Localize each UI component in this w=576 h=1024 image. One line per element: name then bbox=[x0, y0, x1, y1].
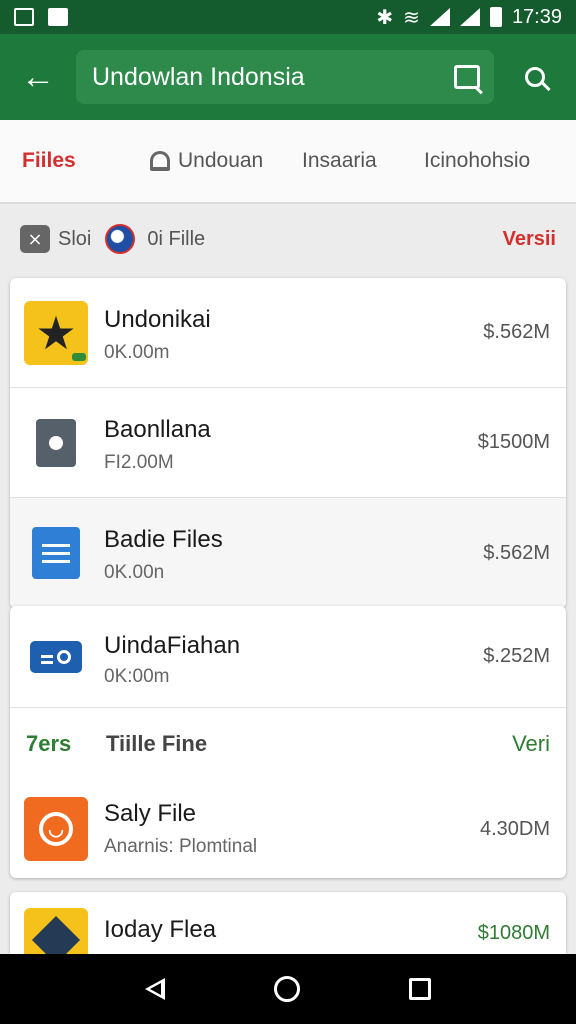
file-list-card: ★ Undonikai 0K.00m $.562M Baonllana FI2.… bbox=[10, 278, 566, 608]
tab-bar: Fiiles Undouan Insaaria Icinohohsio bbox=[0, 120, 576, 204]
list-item[interactable]: ★ Undonikai 0K.00m $.562M bbox=[10, 278, 566, 388]
list-item[interactable]: ◡ Saly File Anarnis: Plomtinal 4.30DM bbox=[10, 780, 566, 878]
search-button[interactable] bbox=[494, 34, 576, 120]
section-header: 7ers Tiille Fine Veri bbox=[10, 708, 566, 780]
camera-app-icon bbox=[30, 640, 82, 673]
item-name: Undonikai bbox=[104, 306, 211, 333]
wifi-icon: ≋ bbox=[403, 6, 420, 29]
item-size: $.252M bbox=[483, 645, 550, 667]
battery-icon bbox=[489, 7, 502, 27]
app-notification-icon bbox=[48, 8, 68, 26]
app-bar: ← Undowlan Indonsia bbox=[0, 34, 576, 120]
item-subtitle: 0K.00n bbox=[104, 562, 165, 583]
search-box[interactable]: Undowlan Indonsia bbox=[76, 50, 494, 104]
status-time: 17:39 bbox=[511, 5, 562, 28]
item-size: $1080M bbox=[477, 922, 550, 944]
list-item[interactable]: UindaFiahan 0K:00m $.252M bbox=[10, 606, 566, 708]
back-button[interactable]: ← bbox=[0, 34, 76, 120]
file-filter-label[interactable]: 0i Fille bbox=[147, 228, 205, 251]
arrow-left-icon: ← bbox=[21, 57, 55, 96]
item-name: Baonllana bbox=[104, 416, 211, 443]
item-size: $1500M bbox=[477, 431, 550, 453]
scan-icon[interactable] bbox=[454, 65, 480, 89]
tab-files[interactable]: Fiiles bbox=[0, 120, 130, 202]
tab-undouan-label: Undouan bbox=[178, 149, 264, 172]
nav-home-icon[interactable] bbox=[273, 976, 300, 1002]
item-subtitle: Anarnis: Plomtinal bbox=[104, 836, 258, 857]
globe-icon[interactable] bbox=[105, 224, 136, 254]
item-subtitle: 0K.00m bbox=[104, 342, 170, 363]
item-name: Saly File bbox=[104, 800, 197, 827]
list-item[interactable]: Baonllana FI2.00M $1500M bbox=[10, 388, 566, 498]
tab-icinohohsio[interactable]: Icinohohsio bbox=[402, 120, 576, 202]
section-left-label: 7ers bbox=[26, 731, 72, 756]
star-app-icon: ★ bbox=[24, 300, 88, 365]
item-size: $.562M bbox=[483, 321, 550, 343]
document-icon bbox=[36, 418, 76, 467]
item-size: 4.30DM bbox=[479, 817, 550, 840]
sort-label[interactable]: Sloi bbox=[58, 228, 91, 251]
item-name: UindaFiahan bbox=[104, 632, 241, 659]
list-item[interactable]: Badie Files 0K.00n $.562M bbox=[10, 498, 566, 608]
orange-app-icon: ◡ bbox=[24, 797, 88, 861]
nav-recents-icon[interactable] bbox=[409, 978, 432, 1000]
section-right-label[interactable]: Veri bbox=[512, 731, 550, 757]
bluetooth-icon: ✱ bbox=[376, 6, 394, 29]
item-subtitle: FI2.00M bbox=[104, 452, 174, 473]
signal-icon-2 bbox=[459, 8, 480, 26]
files-app-icon bbox=[32, 527, 80, 579]
list-item[interactable]: Ioday Flea $1080M bbox=[10, 892, 566, 954]
section-title: Tiille Fine bbox=[106, 731, 208, 756]
status-bar: ✱ ≋ 17:39 bbox=[0, 0, 576, 34]
dark-app-icon bbox=[24, 908, 88, 954]
nav-back-icon[interactable] bbox=[144, 978, 165, 1000]
navigation-bar bbox=[0, 954, 576, 1024]
search-text[interactable]: Undowlan Indonsia bbox=[92, 63, 454, 92]
tab-undouan[interactable]: Undouan bbox=[130, 120, 280, 202]
item-subtitle: 0K:00m bbox=[104, 666, 170, 687]
signal-icon bbox=[429, 8, 450, 26]
item-name: Badie Files bbox=[104, 526, 223, 553]
item-name: Ioday Flea bbox=[104, 916, 217, 943]
tab-insaaria[interactable]: Insaaria bbox=[280, 120, 402, 202]
sort-icon[interactable]: ⨯ bbox=[20, 225, 50, 253]
version-label[interactable]: Versii bbox=[503, 228, 556, 251]
file-list-card-3: Ioday Flea $1080M bbox=[10, 892, 566, 954]
image-notification-icon bbox=[14, 8, 34, 26]
bell-icon bbox=[150, 151, 170, 171]
file-list-card-2: UindaFiahan 0K:00m $.252M 7ers Tiille Fi… bbox=[10, 606, 566, 878]
filter-row: ⨯ Sloi 0i Fille Versii bbox=[0, 206, 576, 272]
item-size: $.562M bbox=[483, 541, 550, 564]
search-icon bbox=[525, 67, 545, 87]
